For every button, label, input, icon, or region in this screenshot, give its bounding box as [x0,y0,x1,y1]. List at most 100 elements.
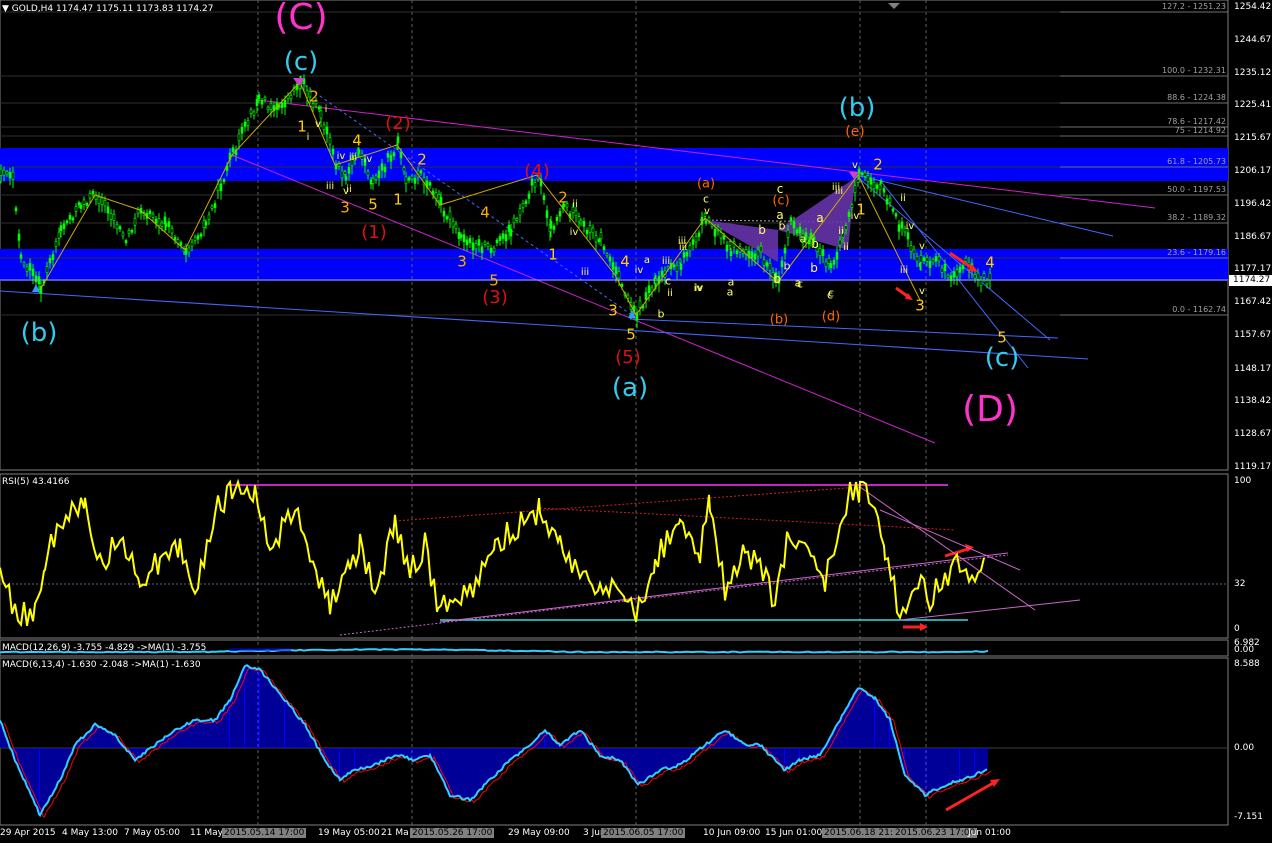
candle-body [419,170,423,174]
candle-body [112,213,116,221]
candle-body [585,230,589,235]
wave-label: 1 [548,245,558,264]
wave-label: v [919,286,925,297]
wave-label: iv [363,154,373,165]
candle-body [468,238,472,243]
candle-body [246,120,250,126]
candle-body [164,223,168,227]
candle-body [257,94,261,99]
wave-label: v [852,160,858,171]
candle-body [504,234,508,242]
price-axis[interactable]: 1254.42 1244.67 1235.12 1225.41 1215.67 1206.… [1228,0,1272,843]
candle-body [688,245,692,252]
candle-body [213,203,217,208]
candle-body [549,221,553,229]
wave-label: b [758,223,766,237]
time-axis-label: 2015.06.23 17:00 [893,828,978,838]
candle-body [317,106,321,110]
fib-label: 38.2 - 1189.32 [1167,213,1226,222]
candle-body [518,208,522,216]
candle-body [792,221,796,229]
candle-body [82,199,86,205]
candle-body [121,232,125,237]
candle-body [402,167,406,172]
candle-body [928,261,932,269]
wave-label: iv [569,227,579,238]
candle-body [617,271,621,279]
wave-label: iv [850,211,860,222]
candle-body [462,234,466,243]
time-axis-label: 2015.05.26 17:00 [410,828,495,838]
wave-label: i [306,132,310,143]
candle-body [179,242,183,246]
candle-body [869,177,873,185]
price-axis-label: 1244.67 [1234,35,1272,45]
candle-body [835,251,839,260]
candle-body [103,200,107,207]
candle-body [97,196,101,205]
candle-body [608,256,612,262]
time-axis-label: 15 Jun 01:00 [765,828,823,838]
wave-label: a [816,211,824,225]
candle-body [492,247,496,253]
candle-body [850,204,854,208]
candle-body [958,266,962,273]
wave-label: (D) [962,389,1018,430]
wave-label: iii [831,182,841,193]
price-axis-label: 1235.12 [1234,68,1272,78]
candle-body [844,225,848,230]
candle-body [832,259,836,265]
candle-body [940,267,944,273]
wave-label: ii [900,193,906,204]
chart-canvas[interactable] [0,0,1272,843]
candle-body [872,181,876,190]
wave-label: (e) [845,124,865,140]
wave-label: ii [843,242,849,253]
candle-body [130,229,134,233]
candle-body [768,263,772,271]
candle-body [343,171,347,175]
wave-label: 3 [340,198,350,217]
candle-body [100,197,104,205]
candle-body [952,271,956,278]
wave-label: iv [336,151,346,162]
candle-body [88,193,92,199]
wave-label: c [827,286,835,300]
wave-label: 5 [997,328,1007,347]
wave-label: 4 [352,131,362,150]
candle-body [392,152,396,157]
candle-body [675,265,679,272]
candle-body [199,233,203,237]
candle-body [838,239,842,246]
candle-body [611,262,615,270]
candle-body [109,213,113,220]
candle-body [0,168,3,176]
dropdown-triangle-icon[interactable]: ▼ [2,4,12,14]
candle-body [545,210,549,218]
candle-body [148,210,152,215]
candle-body [371,178,375,184]
wave-label: 3 [457,252,467,271]
candle-body [879,180,883,184]
candle-body [219,183,223,192]
candle-body [795,229,799,234]
candle-body [599,232,603,239]
wave-label: a [643,255,651,266]
candle-body [79,204,83,209]
candle-body [729,250,733,257]
candle-body [524,200,528,204]
candle-body [582,221,586,227]
candle-body [925,257,929,262]
price-axis-label: 1196.42 [1234,199,1272,209]
price-axis-label: 1225.41 [1234,100,1272,110]
candle-body [210,205,214,209]
candle-body [266,106,270,111]
wave-label: 4 [480,203,490,222]
macd2-pane [0,657,1229,826]
price-axis-label: 1138.42 [1234,396,1272,406]
candle-body [5,171,9,175]
candle-body [410,175,414,180]
wave-label: (3) [482,287,508,308]
candle-body [374,175,378,180]
candle-body [906,232,910,240]
